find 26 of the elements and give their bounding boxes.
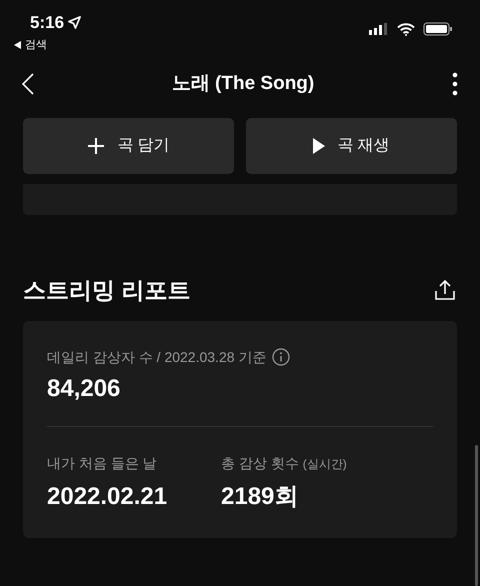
back-to-app-link[interactable]: 검색 xyxy=(14,36,82,53)
play-icon xyxy=(313,138,326,154)
play-song-button[interactable]: 곡 재생 xyxy=(246,118,457,174)
stat-note: (실시간) xyxy=(302,456,347,472)
back-chevron-icon xyxy=(22,73,34,95)
stat-label: 내가 처음 들은 날 xyxy=(47,454,157,472)
section-heading: 스트리밍 리포트 xyxy=(23,276,190,305)
share-button[interactable] xyxy=(434,279,457,302)
stat-label: 총 감상 횟수 xyxy=(221,454,299,472)
plus-icon xyxy=(87,137,106,155)
info-icon[interactable] xyxy=(272,348,290,366)
share-icon xyxy=(434,279,456,302)
location-arrow-icon xyxy=(68,16,82,30)
stat-label: 데일리 감상자 수 / 2022.03.28 기준 xyxy=(47,348,266,366)
scrollbar[interactable] xyxy=(475,445,478,586)
wifi-icon xyxy=(397,22,415,36)
back-triangle-icon xyxy=(14,40,21,49)
signal-icon xyxy=(369,23,389,35)
stat-value: 84,206 xyxy=(47,374,122,404)
page-title: 노래 (The Song) xyxy=(172,72,314,96)
clock-time: 5:16 xyxy=(30,10,82,36)
stat-value: 2189회 xyxy=(221,482,300,512)
add-song-button[interactable]: 곡 담기 xyxy=(23,118,234,174)
more-icon xyxy=(452,72,458,96)
stat-value: 2022.02.21 xyxy=(47,482,168,512)
battery-icon xyxy=(423,22,453,36)
